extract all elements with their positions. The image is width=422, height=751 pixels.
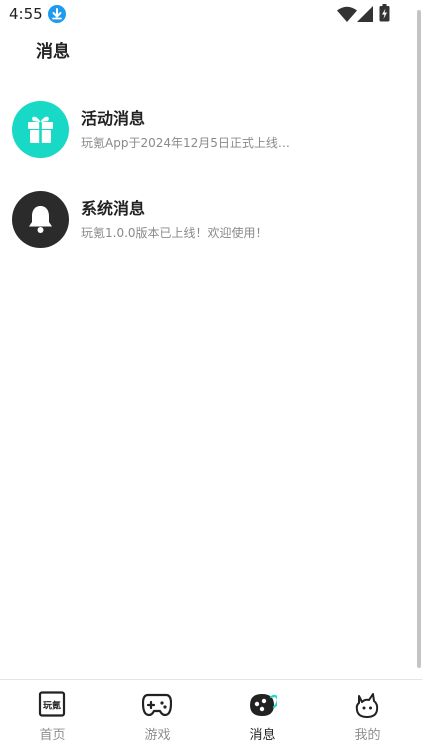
message-item-system[interactable]: 系统消息 玩氪1.0.0版本已上线！欢迎使用！ xyxy=(0,191,410,261)
battery-icon xyxy=(379,4,390,22)
tab-profile[interactable]: 我的 xyxy=(315,680,420,751)
bell-icon xyxy=(12,191,69,248)
scrollbar[interactable] xyxy=(417,10,421,668)
message-description: 玩氪1.0.0版本已上线！欢迎使用！ xyxy=(81,226,268,240)
download-icon xyxy=(48,5,66,23)
status-time: 4:55 xyxy=(9,5,43,23)
page-title: 消息 xyxy=(36,42,70,62)
gift-icon xyxy=(12,101,69,158)
message-item-activity[interactable]: 活动消息 玩氪App于2024年12月5日正式上线… xyxy=(0,101,410,171)
message-title: 系统消息 xyxy=(81,199,146,218)
signal-icon xyxy=(357,6,373,22)
gamepad-icon xyxy=(141,691,173,719)
home-logo-icon: 玩氪 xyxy=(37,691,67,719)
message-description: 玩氪App于2024年12月5日正式上线… xyxy=(81,136,290,150)
tab-label: 消息 xyxy=(249,728,276,743)
tab-label: 游戏 xyxy=(144,728,171,743)
tab-messages[interactable]: 消息 xyxy=(210,680,315,751)
home-logo-text: 玩氪 xyxy=(43,700,61,712)
message-icon xyxy=(247,691,280,719)
tab-label: 首页 xyxy=(39,728,66,743)
tab-label: 我的 xyxy=(354,728,381,743)
wifi-icon xyxy=(337,6,357,22)
tab-bar: 玩氪 首页 游戏 消息 我的 xyxy=(0,679,422,751)
status-bar: 4:55 xyxy=(0,0,422,30)
message-title: 活动消息 xyxy=(81,109,146,128)
tab-games[interactable]: 游戏 xyxy=(105,680,210,751)
tab-home[interactable]: 玩氪 首页 xyxy=(0,680,105,751)
profile-icon xyxy=(352,691,382,719)
